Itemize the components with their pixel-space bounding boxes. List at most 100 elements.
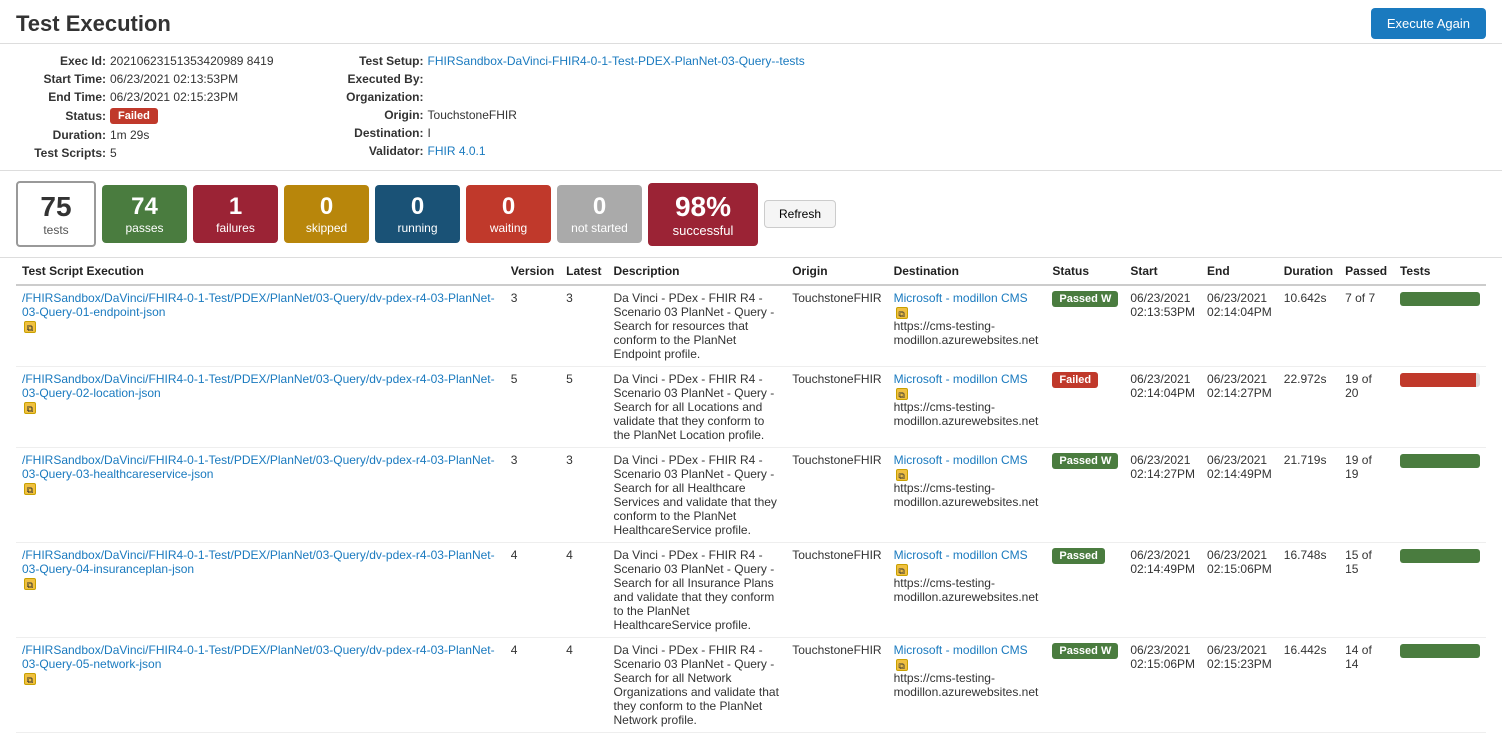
cell-start: 06/23/202102:14:49PM [1124, 543, 1201, 638]
cell-duration: 10.642s [1278, 285, 1339, 367]
cell-version: 3 [505, 448, 560, 543]
cell-status: Passed W [1046, 285, 1124, 367]
dest-copy-icon[interactable]: ⧉ [896, 564, 908, 576]
stat-failures: 1 failures [193, 185, 278, 243]
stat-skipped: 0 skipped [284, 185, 369, 243]
execute-again-button[interactable]: Execute Again [1371, 8, 1486, 39]
cell-description: Da Vinci - PDex - FHIR R4 - Scenario 03 … [608, 285, 787, 367]
progress-bar-wrap [1400, 373, 1480, 387]
cell-tests [1394, 543, 1486, 638]
col-status: Status [1046, 258, 1124, 285]
destination-link[interactable]: Microsoft - modillon CMS [894, 372, 1041, 386]
failures-label: failures [207, 221, 264, 235]
cell-destination: Microsoft - modillon CMS⧉https://cms-tes… [888, 285, 1047, 367]
copy-icon[interactable]: ⧉ [24, 483, 36, 495]
cell-description: Da Vinci - PDex - FHIR R4 - Scenario 03 … [608, 448, 787, 543]
start-time-row: Start Time: 06/23/2021 02:13:53PM [16, 72, 274, 86]
cell-duration: 16.442s [1278, 638, 1339, 733]
col-destination: Destination [888, 258, 1047, 285]
skipped-label: skipped [298, 221, 355, 235]
progress-bar-fill [1400, 549, 1480, 563]
cell-tests [1394, 638, 1486, 733]
cell-start: 06/23/202102:15:06PM [1124, 638, 1201, 733]
stat-waiting: 0 waiting [466, 185, 551, 243]
cell-start: 06/23/202102:14:04PM [1124, 367, 1201, 448]
stat-passes: 74 passes [102, 185, 187, 243]
refresh-button[interactable]: Refresh [764, 200, 836, 228]
script-link[interactable]: /FHIRSandbox/DaVinci/FHIR4-0-1-Test/PDEX… [22, 453, 499, 481]
cell-version: 4 [505, 638, 560, 733]
test-scripts-row: Test Scripts: 5 [16, 146, 274, 160]
copy-icon[interactable]: ⧉ [24, 321, 36, 333]
meta-section: Exec Id: 20210623151353420989 8419 Start… [0, 44, 1502, 171]
cell-origin: TouchstoneFHIR [786, 543, 887, 638]
cell-tests [1394, 448, 1486, 543]
cell-latest: 3 [560, 285, 607, 367]
script-link[interactable]: /FHIRSandbox/DaVinci/FHIR4-0-1-Test/PDEX… [22, 643, 499, 671]
cell-duration: 22.972s [1278, 367, 1339, 448]
cell-end: 06/23/202102:15:23PM [1201, 638, 1278, 733]
destination-link[interactable]: Microsoft - modillon CMS [894, 643, 1041, 657]
col-tests: Tests [1394, 258, 1486, 285]
destination-link[interactable]: Microsoft - modillon CMS [894, 453, 1041, 467]
dest-copy-icon[interactable]: ⧉ [896, 388, 908, 400]
destination-label: Destination: [334, 126, 424, 140]
progress-bar-wrap [1400, 292, 1480, 306]
cell-status: Failed [1046, 367, 1124, 448]
copy-icon[interactable]: ⧉ [24, 578, 36, 590]
total-num: 75 [34, 191, 78, 223]
cell-script: /FHIRSandbox/DaVinci/FHIR4-0-1-Test/PDEX… [16, 638, 505, 733]
table-body: /FHIRSandbox/DaVinci/FHIR4-0-1-Test/PDEX… [16, 285, 1486, 733]
table-row: /FHIRSandbox/DaVinci/FHIR4-0-1-Test/PDEX… [16, 638, 1486, 733]
cell-script: /FHIRSandbox/DaVinci/FHIR4-0-1-Test/PDEX… [16, 285, 505, 367]
destination-value: I [428, 126, 431, 140]
cell-version: 4 [505, 543, 560, 638]
progress-bar-fill [1400, 373, 1476, 387]
failures-num: 1 [207, 193, 264, 221]
copy-icon[interactable]: ⧉ [24, 673, 36, 685]
script-link[interactable]: /FHIRSandbox/DaVinci/FHIR4-0-1-Test/PDEX… [22, 372, 499, 400]
stat-total: 75 tests [16, 181, 96, 247]
validator-link[interactable]: FHIR 4.0.1 [428, 144, 486, 158]
cell-end: 06/23/202102:14:04PM [1201, 285, 1278, 367]
passes-label: passes [116, 221, 173, 235]
status-badge: Passed W [1052, 453, 1118, 469]
destination-link[interactable]: Microsoft - modillon CMS [894, 291, 1041, 305]
waiting-num: 0 [480, 193, 537, 221]
cell-end: 06/23/202102:15:06PM [1201, 543, 1278, 638]
status-badge: Passed W [1052, 291, 1118, 307]
destination-link[interactable]: Microsoft - modillon CMS [894, 548, 1041, 562]
running-label: running [389, 221, 446, 235]
progress-bar-wrap [1400, 454, 1480, 468]
cell-duration: 21.719s [1278, 448, 1339, 543]
success-pct: 98% [666, 191, 740, 223]
table-row: /FHIRSandbox/DaVinci/FHIR4-0-1-Test/PDEX… [16, 448, 1486, 543]
col-origin: Origin [786, 258, 887, 285]
status-badge: Passed W [1052, 643, 1118, 659]
script-link[interactable]: /FHIRSandbox/DaVinci/FHIR4-0-1-Test/PDEX… [22, 548, 499, 576]
status-row: Status: Failed [16, 108, 274, 124]
cell-end: 06/23/202102:14:27PM [1201, 367, 1278, 448]
organization-row: Organization: [334, 90, 805, 104]
notstarted-label: not started [571, 221, 628, 235]
validator-label: Validator: [334, 144, 424, 158]
copy-icon[interactable]: ⧉ [24, 402, 36, 414]
table-row: /FHIRSandbox/DaVinci/FHIR4-0-1-Test/PDEX… [16, 285, 1486, 367]
cell-origin: TouchstoneFHIR [786, 638, 887, 733]
executed-by-label: Executed By: [334, 72, 424, 86]
status-badge: Failed [110, 108, 158, 124]
col-latest: Latest [560, 258, 607, 285]
exec-id-label: Exec Id: [16, 54, 106, 68]
cell-origin: TouchstoneFHIR [786, 367, 887, 448]
success-label: successful [666, 223, 740, 238]
dest-copy-icon[interactable]: ⧉ [896, 469, 908, 481]
cell-passed: 19 of 19 [1339, 448, 1394, 543]
cell-description: Da Vinci - PDex - FHIR R4 - Scenario 03 … [608, 543, 787, 638]
notstarted-num: 0 [571, 193, 628, 221]
dest-copy-icon[interactable]: ⧉ [896, 307, 908, 319]
col-description: Description [608, 258, 787, 285]
dest-copy-icon[interactable]: ⧉ [896, 659, 908, 671]
stats-section: 75 tests 74 passes 1 failures 0 skipped … [0, 171, 1502, 258]
script-link[interactable]: /FHIRSandbox/DaVinci/FHIR4-0-1-Test/PDEX… [22, 291, 499, 319]
test-setup-link[interactable]: FHIRSandbox-DaVinci-FHIR4-0-1-Test-PDEX-… [428, 54, 805, 68]
